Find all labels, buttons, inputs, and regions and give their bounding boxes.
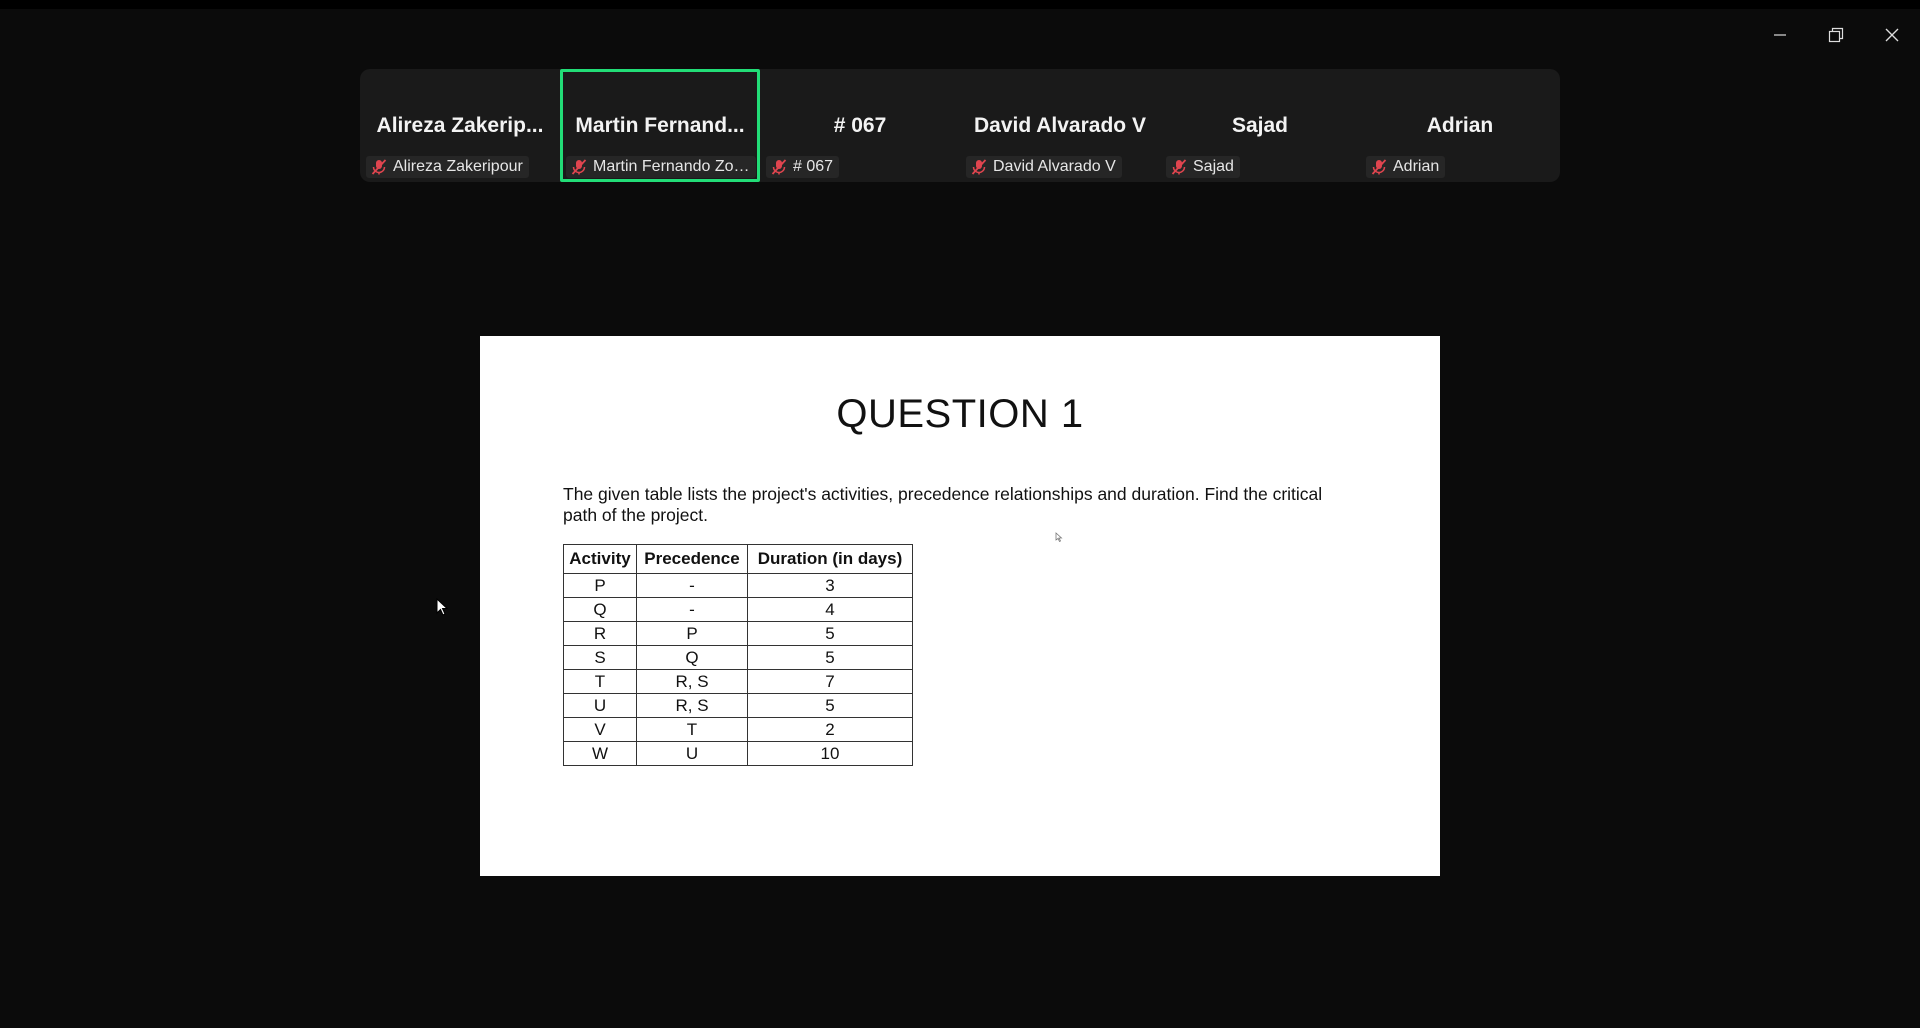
remote-pointer-icon — [1055, 532, 1063, 543]
table-row: W U 10 — [563, 741, 913, 766]
participant-tile[interactable]: Adrian Adrian — [1360, 69, 1560, 182]
participant-tile[interactable]: # 067 # 067 — [760, 69, 960, 182]
table-row: S Q 5 — [563, 645, 913, 670]
restore-icon — [1828, 27, 1844, 43]
participant-label: Martin Fernando Zorril... — [566, 156, 756, 178]
cell-duration: 5 — [747, 693, 913, 718]
cell-activity: W — [563, 741, 637, 766]
participant-label: Alireza Zakeripour — [366, 156, 529, 178]
close-button[interactable] — [1864, 22, 1920, 48]
cell-activity: V — [563, 717, 637, 742]
participant-name: Martin Fernand... — [575, 114, 745, 137]
header-duration: Duration (in days) — [747, 544, 913, 574]
table-row: T R, S 7 — [563, 669, 913, 694]
minimize-icon — [1774, 34, 1786, 36]
participant-label: # 067 — [766, 156, 840, 178]
cell-activity: S — [563, 645, 637, 670]
slide-question-text: The given table lists the project's acti… — [563, 484, 1323, 525]
title-bar — [0, 0, 1920, 9]
cell-activity: P — [563, 573, 637, 598]
cell-duration: 4 — [747, 597, 913, 622]
slide-title: QUESTION 1 — [836, 392, 1084, 436]
cell-precedence: R, S — [636, 669, 748, 694]
muted-mic-icon — [371, 159, 387, 175]
minimize-button[interactable] — [1752, 22, 1808, 48]
participant-name: # 067 — [833, 114, 887, 137]
close-icon — [1885, 28, 1899, 42]
cell-duration: 10 — [747, 741, 913, 766]
participant-label: Sajad — [1166, 156, 1240, 178]
cell-activity: T — [563, 669, 637, 694]
participant-label: Adrian — [1366, 156, 1446, 178]
table-row: Q - 4 — [563, 597, 913, 622]
restore-button[interactable] — [1808, 22, 1864, 48]
cell-activity: Q — [563, 597, 637, 622]
activity-table: Activity Precedence Duration (in days) P… — [563, 544, 913, 766]
table-row: V T 2 — [563, 717, 913, 742]
muted-mic-icon — [971, 159, 987, 175]
cell-precedence: - — [636, 597, 748, 622]
table-row: U R, S 5 — [563, 693, 913, 718]
cell-duration: 5 — [747, 621, 913, 646]
table-row: P - 3 — [563, 573, 913, 598]
cell-precedence: P — [636, 621, 748, 646]
shared-screen-slide: QUESTION 1 The given table lists the pro… — [480, 336, 1440, 876]
cell-precedence: Q — [636, 645, 748, 670]
muted-mic-icon — [571, 159, 587, 175]
participant-name: Adrian — [1426, 114, 1494, 137]
participant-tile[interactable]: David Alvarado V David Alvarado V — [960, 69, 1160, 182]
cell-precedence: R, S — [636, 693, 748, 718]
cell-duration: 5 — [747, 645, 913, 670]
cell-precedence: T — [636, 717, 748, 742]
muted-mic-icon — [771, 159, 787, 175]
participant-label: David Alvarado V — [966, 156, 1122, 178]
participant-tile[interactable]: Sajad Sajad — [1160, 69, 1360, 182]
table-header-row: Activity Precedence Duration (in days) — [563, 544, 913, 574]
participant-name: David Alvarado V — [974, 114, 1146, 137]
table-row: R P 5 — [563, 621, 913, 646]
muted-mic-icon — [1371, 159, 1387, 175]
participant-strip: Alireza Zakerip... Alireza Zakeripour Ma… — [360, 69, 1560, 182]
participant-name: Sajad — [1231, 114, 1289, 137]
participant-name: Alireza Zakerip... — [376, 114, 544, 137]
mouse-pointer-icon — [436, 598, 448, 616]
participant-tile-active[interactable]: Martin Fernand... Martin Fernando Zorril… — [560, 69, 760, 182]
cell-duration: 3 — [747, 573, 913, 598]
cell-precedence: U — [636, 741, 748, 766]
participant-tile[interactable]: Alireza Zakerip... Alireza Zakeripour — [360, 69, 560, 182]
cell-precedence: - — [636, 573, 748, 598]
window-controls — [1752, 22, 1920, 48]
header-precedence: Precedence — [636, 544, 748, 574]
cell-activity: U — [563, 693, 637, 718]
cell-activity: R — [563, 621, 637, 646]
cell-duration: 7 — [747, 669, 913, 694]
header-activity: Activity — [563, 544, 637, 574]
muted-mic-icon — [1171, 159, 1187, 175]
cell-duration: 2 — [747, 717, 913, 742]
